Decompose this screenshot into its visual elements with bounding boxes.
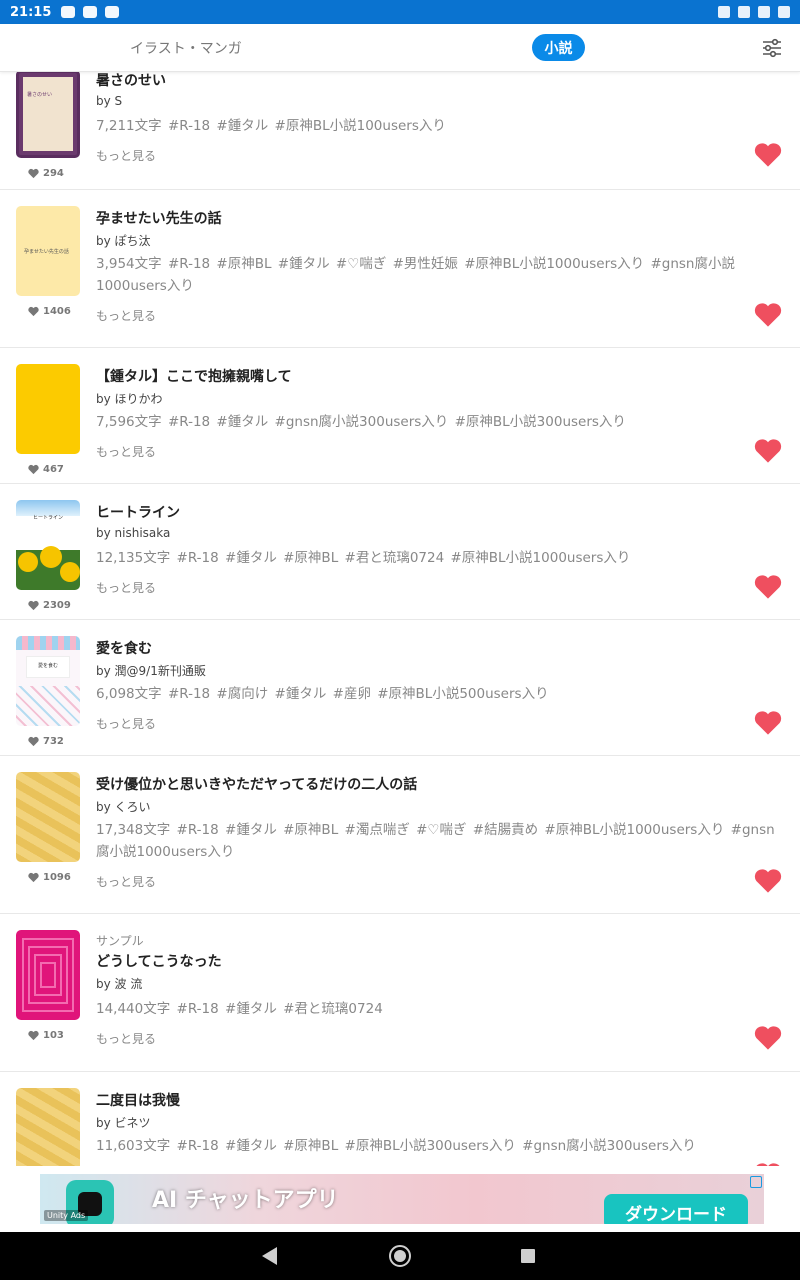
recents-icon[interactable] [521, 1249, 535, 1263]
show-more-link[interactable]: もっと見る [96, 873, 156, 890]
author[interactable]: by くろい [96, 798, 151, 815]
novel-cover[interactable]: 暑さのせい [16, 72, 80, 158]
like-heart-icon[interactable] [754, 1162, 782, 1166]
wifi-icon [758, 6, 770, 18]
show-more-link[interactable]: もっと見る [96, 147, 156, 164]
novel-title[interactable]: 愛を食む [96, 638, 152, 658]
like-count: 467 [28, 464, 64, 475]
novel-tags[interactable]: 7,596文字 #R-18 #鍾タル #gnsn腐小説300users入り #原… [96, 411, 786, 433]
like-count: 732 [28, 736, 64, 747]
novel-title[interactable]: 受け優位かと思いきやただヤってるだけの二人の話 [96, 774, 417, 794]
heart-icon [28, 1030, 39, 1041]
ad-banner[interactable]: AI チャットアプリ ダウンロード Unity Ads [40, 1174, 764, 1224]
tab-novel[interactable]: 小説 [532, 34, 585, 61]
mute-icon [718, 6, 730, 18]
heart-icon [28, 600, 39, 611]
like-count: 2309 [28, 600, 71, 611]
novel-cover[interactable]: 愛を食む [16, 636, 80, 726]
show-more-link[interactable]: もっと見る [96, 1030, 156, 1047]
heart-icon [28, 736, 39, 747]
novel-list-item[interactable]: 孕ませたい先生の話 1406 孕ませたい先生の話 by ぽち汰 3,954文字 … [0, 190, 800, 348]
back-icon[interactable] [262, 1247, 277, 1265]
novel-title[interactable]: 二度目は我慢 [96, 1090, 180, 1110]
novel-tags[interactable]: 7,211文字 #R-18 #鍾タル #原神BL小説100users入り [96, 115, 786, 137]
novel-title[interactable]: どうしてこうなった [96, 951, 222, 971]
novel-cover[interactable]: ヒートライン [16, 500, 80, 590]
notification-icon [105, 6, 120, 18]
like-heart-icon[interactable] [754, 868, 782, 894]
heart-icon [28, 168, 39, 179]
novel-title[interactable]: 孕ませたい先生の話 [96, 208, 222, 228]
novel-list-item[interactable]: 愛を食む 732 愛を食む by 潤@9/1新刊通販 6,098文字 #R-18… [0, 620, 800, 756]
status-bar: 21:15 [0, 0, 800, 24]
top-tab-bar: イラスト・マンガ 小説 [0, 24, 800, 72]
notification-icon [61, 6, 76, 18]
like-count: 1406 [28, 306, 71, 317]
notification-icon [83, 6, 98, 18]
sample-label: サンプル [96, 934, 144, 948]
novel-cover[interactable] [16, 930, 80, 1020]
like-heart-icon[interactable] [754, 438, 782, 464]
novel-cover[interactable]: 孕ませたい先生の話 [16, 206, 80, 296]
novel-tags[interactable]: 6,098文字 #R-18 #腐向け #鍾タル #産卵 #原神BL小説500us… [96, 683, 786, 705]
heart-icon [28, 464, 39, 475]
home-icon[interactable] [389, 1245, 411, 1267]
like-count: 103 [28, 1030, 64, 1041]
heart-icon [28, 306, 39, 317]
filter-icon[interactable] [762, 38, 782, 58]
like-heart-icon[interactable] [754, 574, 782, 600]
novel-feed: 暑さのせい 294 暑さのせい by S 7,211文字 #R-18 #鍾タル … [0, 72, 800, 1166]
author[interactable]: by ほりかわ [96, 390, 163, 407]
status-time: 21:15 [10, 4, 52, 20]
like-heart-icon[interactable] [754, 1025, 782, 1051]
author[interactable]: by S [96, 94, 122, 108]
ad-headline: AI チャットアプリ [152, 1188, 339, 1213]
novel-tags[interactable]: 17,348文字 #R-18 #鍾タル #原神BL #濁点喘ぎ #♡喘ぎ #結腸… [96, 819, 786, 863]
heart-icon [28, 872, 39, 883]
status-icons [718, 6, 790, 18]
like-heart-icon[interactable] [754, 302, 782, 328]
novel-cover[interactable] [16, 364, 80, 454]
novel-list-item[interactable]: 103 サンプル どうしてこうなった by 波 流 14,440文字 #R-18… [0, 914, 800, 1072]
novel-tags[interactable]: 12,135文字 #R-18 #鍾タル #原神BL #君と琉璃0724 #原神B… [96, 547, 786, 569]
novel-list-item[interactable]: 1096 受け優位かと思いきやただヤってるだけの二人の話 by くろい 17,3… [0, 756, 800, 914]
tab-illust-manga[interactable]: イラスト・マンガ [130, 38, 242, 58]
like-heart-icon[interactable] [754, 710, 782, 736]
show-more-link[interactable]: もっと見る [96, 579, 156, 596]
novel-list-item[interactable]: 二度目は我慢 by ビネツ 11,603文字 #R-18 #鍾タル #原神BL … [0, 1072, 800, 1166]
author[interactable]: by nishisaka [96, 526, 170, 540]
novel-list-item[interactable]: ヒートライン 2309 ヒートライン by nishisaka 12,135文字… [0, 484, 800, 620]
like-count: 1096 [28, 872, 71, 883]
novel-tags[interactable]: 3,954文字 #R-18 #原神BL #鍾タル #♡喘ぎ #男性妊娠 #原神B… [96, 253, 786, 297]
novel-tags[interactable]: 11,603文字 #R-18 #鍾タル #原神BL #原神BL小説300user… [96, 1135, 786, 1157]
show-more-link[interactable]: もっと見る [96, 715, 156, 732]
author[interactable]: by 波 流 [96, 975, 142, 992]
data-icon [738, 6, 750, 18]
show-more-link[interactable]: もっと見る [96, 443, 156, 460]
download-button[interactable]: ダウンロード [604, 1194, 748, 1224]
novel-title[interactable]: 【鍾タル】ここで抱擁親嘴して [96, 366, 292, 386]
author[interactable]: by ビネツ [96, 1114, 151, 1131]
novel-title[interactable]: ヒートライン [96, 502, 180, 522]
ad-choices-icon[interactable] [750, 1176, 762, 1188]
like-count: 294 [28, 168, 64, 179]
author[interactable]: by ぽち汰 [96, 232, 151, 249]
author[interactable]: by 潤@9/1新刊通販 [96, 662, 206, 679]
novel-cover[interactable] [16, 772, 80, 862]
novel-list-item[interactable]: 467 【鍾タル】ここで抱擁親嘴して by ほりかわ 7,596文字 #R-18… [0, 348, 800, 484]
novel-cover[interactable] [16, 1088, 80, 1166]
novel-title[interactable]: 暑さのせい [96, 72, 166, 90]
show-more-link[interactable]: もっと見る [96, 307, 156, 324]
system-nav-bar [0, 1232, 800, 1280]
like-heart-icon[interactable] [754, 142, 782, 168]
novel-tags[interactable]: 14,440文字 #R-18 #鍾タル #君と琉璃0724 [96, 998, 786, 1020]
novel-list-item[interactable]: 暑さのせい 294 暑さのせい by S 7,211文字 #R-18 #鍾タル … [0, 72, 800, 190]
battery-icon [778, 6, 790, 18]
ad-brand: Unity Ads [44, 1210, 89, 1221]
